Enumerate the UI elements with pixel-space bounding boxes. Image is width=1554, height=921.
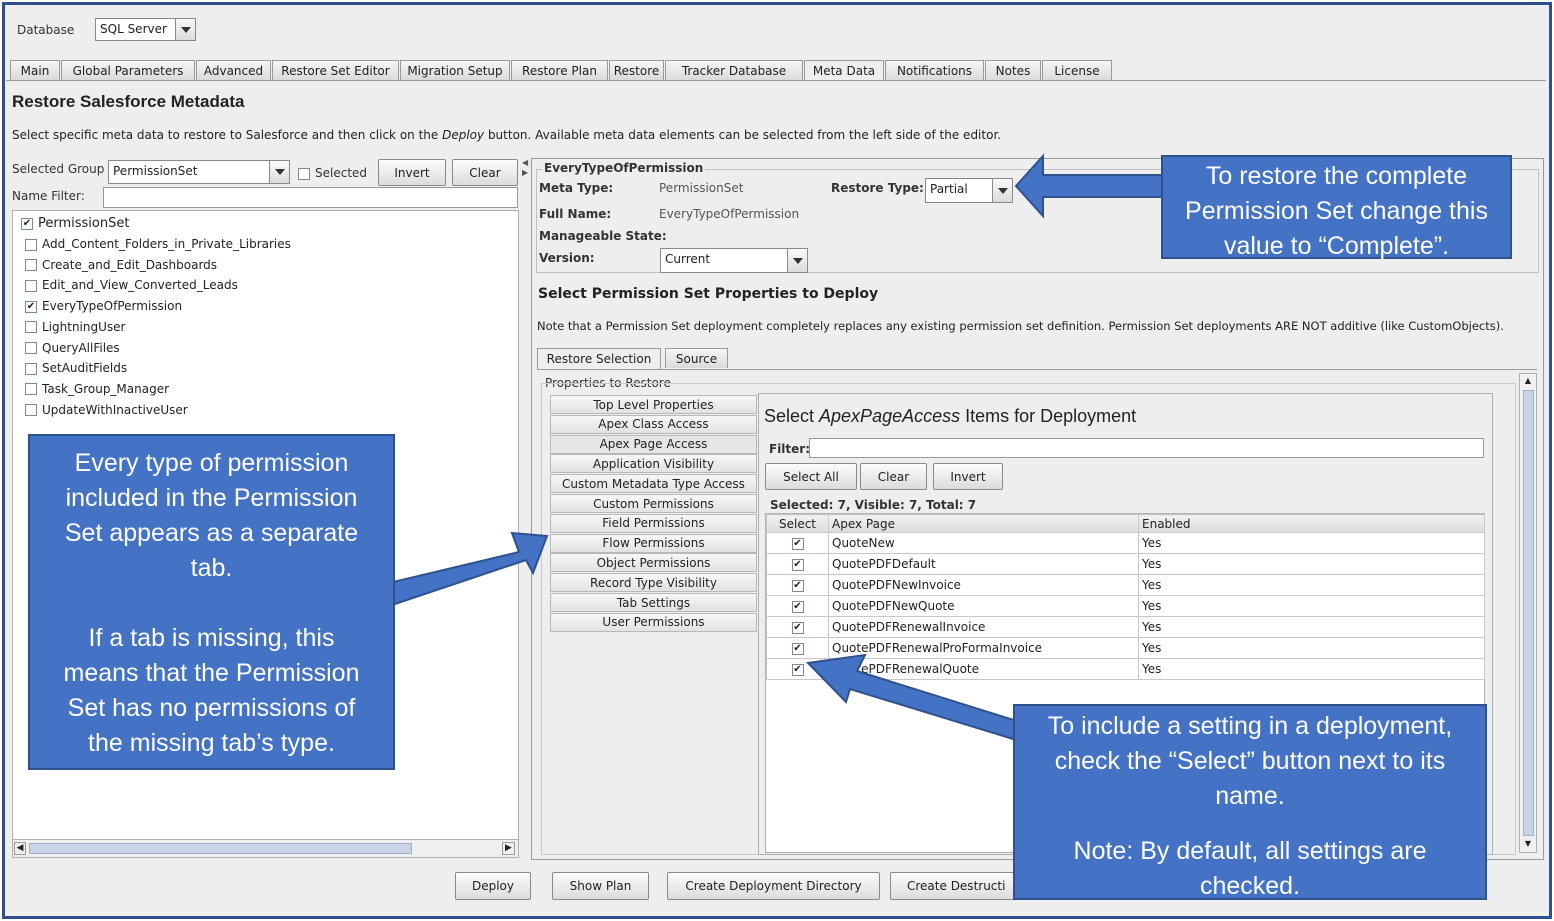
callout-line: To include a setting in a deployment, bbox=[1047, 712, 1453, 740]
callout-spacer bbox=[1015, 814, 1485, 834]
callout-line: Set has no permissions of bbox=[67, 694, 356, 722]
callout-line: name. bbox=[1215, 782, 1285, 810]
callout-select-info: To include a setting in a deployment, ch… bbox=[1013, 704, 1487, 900]
callout-line: Every type of permission bbox=[74, 449, 349, 477]
callout-line: If a tab is missing, this bbox=[88, 624, 335, 652]
callout-line: tab. bbox=[190, 554, 233, 582]
callout-tabs-info: Every type of permission included in the… bbox=[28, 434, 395, 770]
callout-line: Set appears as a separate bbox=[64, 519, 359, 547]
arrow-select-checkbox bbox=[805, 653, 1019, 741]
callout-line: checked. bbox=[1199, 872, 1301, 900]
callout-line: value to “Complete”. bbox=[1223, 232, 1450, 260]
callout-line: the missing tab’s type. bbox=[88, 729, 335, 757]
callout-line: Permission Set change this bbox=[1185, 197, 1488, 225]
callout-line: included in the Permission bbox=[65, 484, 358, 512]
arrow-restore-type bbox=[1014, 153, 1163, 219]
callout-line: To restore the complete bbox=[1205, 162, 1468, 190]
callout-line: Note: By default, all settings are bbox=[1073, 837, 1427, 865]
callout-spacer bbox=[30, 586, 393, 621]
callout-line: means that the Permission bbox=[63, 659, 360, 687]
callout-restore-type: To restore the complete Permission Set c… bbox=[1161, 155, 1512, 260]
callout-line: check the “Select” button next to its bbox=[1054, 747, 1446, 775]
arrow-property-tabs bbox=[392, 531, 549, 605]
